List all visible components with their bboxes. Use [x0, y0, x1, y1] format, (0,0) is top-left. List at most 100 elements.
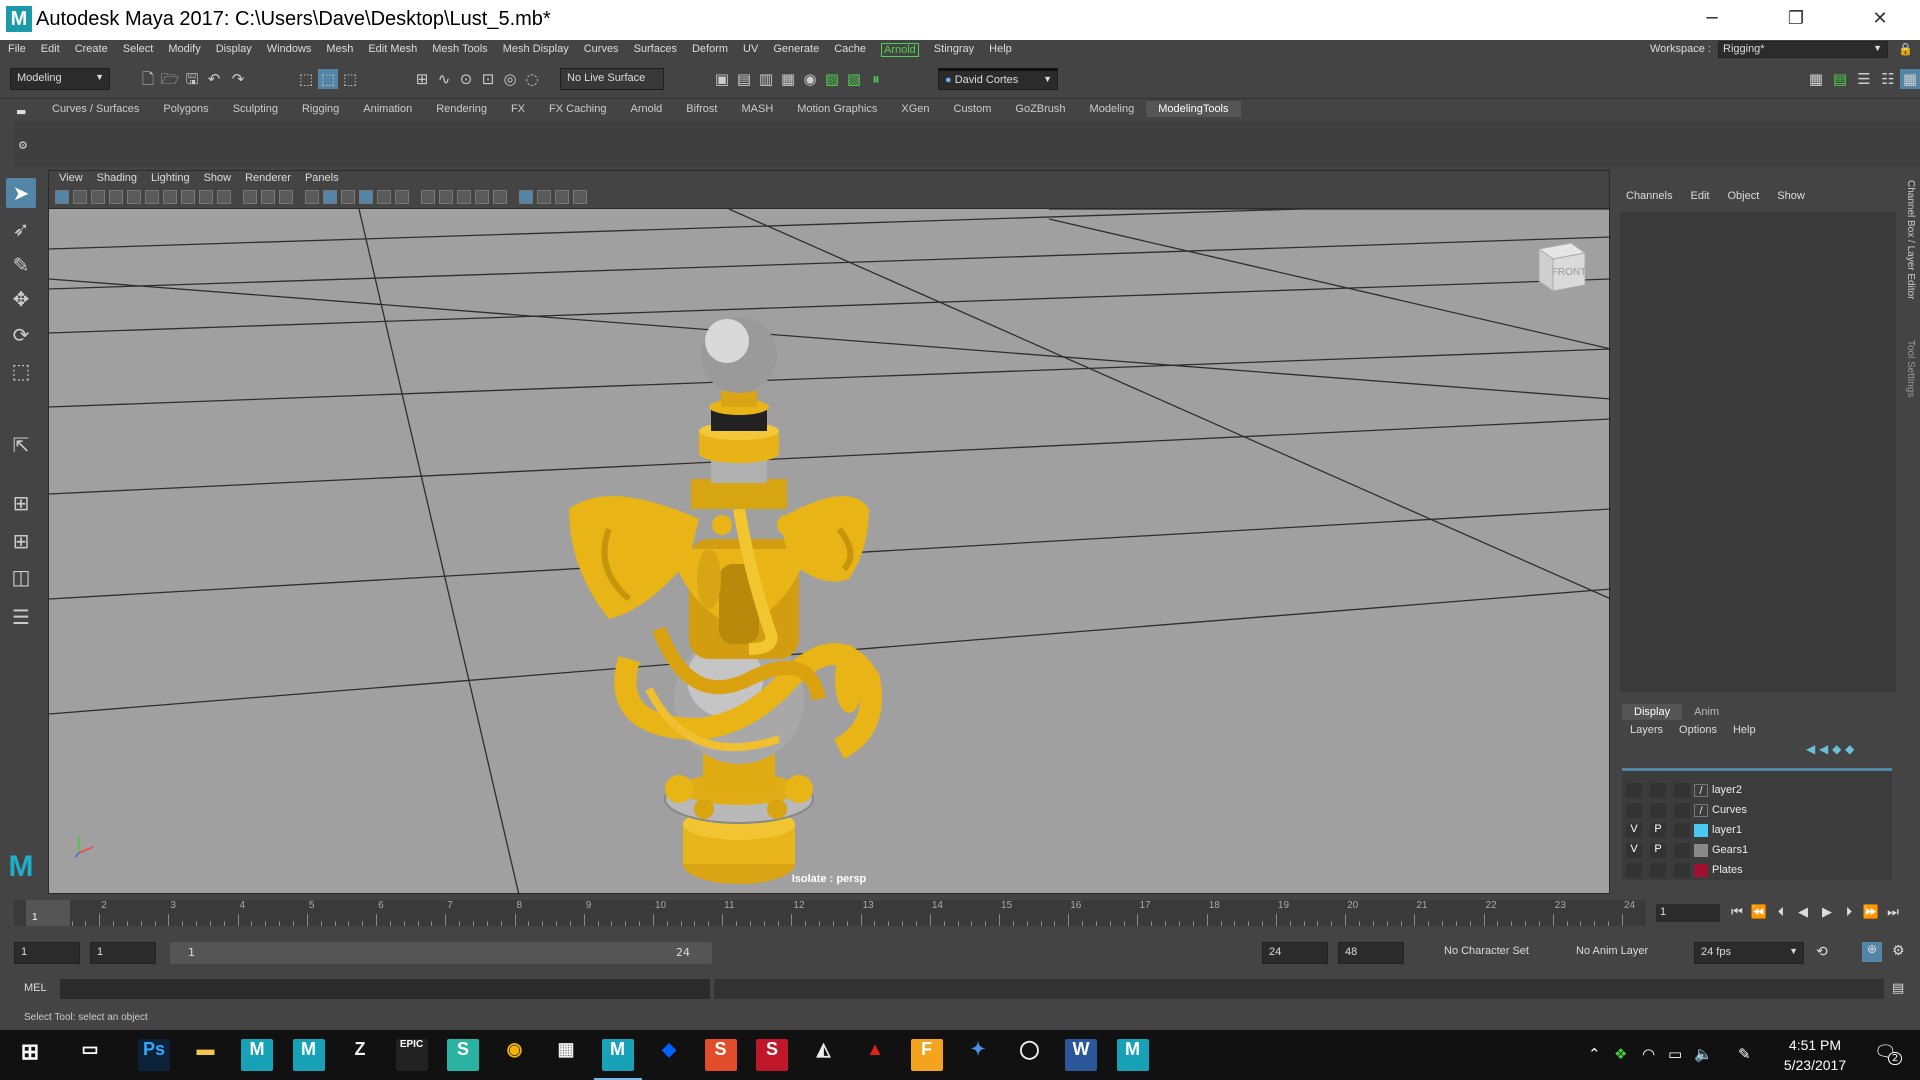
scale-tool-icon[interactable]: ⬚	[6, 356, 36, 386]
shelf-tab-arnold[interactable]: Arnold	[619, 101, 675, 117]
layer-playback-toggle[interactable]	[1650, 863, 1666, 878]
menu-mesh[interactable]: Mesh	[326, 43, 353, 57]
wireframe-on-shaded-icon[interactable]	[359, 190, 373, 204]
viewport-menu-panels[interactable]: Panels	[305, 172, 339, 184]
shadows-icon[interactable]	[421, 190, 435, 204]
shelf-tab-gozbrush[interactable]: GoZBrush	[1003, 101, 1077, 117]
user-dropdown[interactable]: ● David Cortes ▼	[938, 68, 1058, 90]
shelf-tab-animation[interactable]: Animation	[351, 101, 424, 117]
xray-joints-icon[interactable]	[555, 190, 569, 204]
last-tool-icon[interactable]: ⇱	[6, 430, 36, 460]
show-hidden-icons-icon[interactable]: ⌃	[1588, 1045, 1601, 1063]
menu-windows[interactable]: Windows	[267, 43, 312, 57]
play-backwards-icon[interactable]: ◀	[1794, 904, 1812, 922]
step-back-key-icon[interactable]: ⏪	[1750, 904, 1768, 922]
film-gate-icon[interactable]	[181, 190, 195, 204]
layer-tab-display[interactable]: Display	[1622, 704, 1683, 720]
snap-point-icon[interactable]: ⊙	[456, 69, 476, 89]
camera-attributes-icon[interactable]	[73, 190, 87, 204]
file-explorer-icon[interactable]: ▬	[189, 1039, 222, 1071]
layer-display-type-toggle[interactable]	[1674, 843, 1690, 858]
layer-editor-icons[interactable]: ◀ ◀ ◆ ◆	[1806, 742, 1854, 756]
shelf-tab-sculpting[interactable]: Sculpting	[221, 101, 290, 117]
isolate-select-icon[interactable]	[519, 190, 533, 204]
layer-visibility-toggle[interactable]	[1626, 783, 1642, 798]
tool-settings-side-tab[interactable]: Tool Settings	[1900, 340, 1916, 420]
layer-name[interactable]: layer1	[1712, 824, 1742, 836]
viewport-menu-shading[interactable]: Shading	[97, 172, 137, 184]
range-bar[interactable]: 1 24	[170, 942, 712, 964]
step-forward-key-icon[interactable]: ⏩	[1862, 904, 1880, 922]
move-tool-icon[interactable]: ✥	[6, 284, 36, 314]
single-pane-layout-icon[interactable]: ⊞	[6, 488, 36, 518]
snap-curve-icon[interactable]: ∿	[434, 69, 454, 89]
menu-create[interactable]: Create	[75, 43, 108, 57]
menu-file[interactable]: File	[8, 43, 26, 57]
shelf-tab-curves-surfaces[interactable]: Curves / Surfaces	[40, 101, 151, 117]
windows-start-icon[interactable]: ⊞	[14, 1039, 46, 1071]
layer-tab-anim[interactable]: Anim	[1682, 704, 1731, 720]
layer-visibility-toggle[interactable]: V	[1626, 823, 1642, 838]
layer-name[interactable]: Plates	[1712, 864, 1743, 876]
layer-row[interactable]: V Player1	[1622, 821, 1880, 840]
channel-box-menu-object[interactable]: Object	[1727, 190, 1759, 202]
ambient-occlusion-icon[interactable]	[439, 190, 453, 204]
shelf-tab-rigging[interactable]: Rigging	[290, 101, 351, 117]
layer-display-type-toggle[interactable]	[1674, 863, 1690, 878]
safe-title-icon[interactable]	[279, 190, 293, 204]
maya-icon-4[interactable]: M	[1116, 1039, 1149, 1071]
smooth-shade-icon[interactable]	[323, 190, 337, 204]
script-editor-icon[interactable]: ▤	[1892, 981, 1904, 996]
substance-designer-icon[interactable]: S	[704, 1039, 737, 1071]
motion-blur-icon[interactable]	[457, 190, 471, 204]
playback-end-field[interactable]: 24	[1262, 942, 1328, 964]
preferences-icon[interactable]: ⚙	[1892, 943, 1905, 959]
channel-box-menu-edit[interactable]: Edit	[1690, 190, 1709, 202]
layer-row[interactable]: / layer2	[1622, 781, 1880, 800]
minimize-button[interactable]: ─	[1690, 6, 1734, 32]
dropbox-icon[interactable]: ◆	[653, 1039, 685, 1071]
2d-pan-zoom-icon[interactable]	[127, 190, 141, 204]
snap-view-icon[interactable]: ⊡	[478, 69, 498, 89]
gate-mask-icon[interactable]	[217, 190, 231, 204]
new-scene-icon[interactable]: 🗋	[138, 69, 158, 89]
channel-box-menu-channels[interactable]: Channels	[1626, 190, 1672, 202]
substance-icon[interactable]: S	[447, 1039, 479, 1071]
four-pane-layout-icon[interactable]: ⊞	[6, 526, 36, 556]
layer-visibility-toggle[interactable]: V	[1626, 843, 1642, 858]
render-settings-icon[interactable]: ▦	[778, 69, 798, 89]
shelf-tab-modelingtools[interactable]: ModelingTools	[1146, 101, 1241, 117]
time-slider[interactable]: 1234567891011121314151617181920212223241…	[0, 898, 1920, 928]
camera-controls-icon[interactable]	[573, 190, 587, 204]
use-all-lights-icon[interactable]	[395, 190, 409, 204]
shelf-tab-fx[interactable]: FX	[499, 101, 537, 117]
xray-icon[interactable]	[537, 190, 551, 204]
layer-menu-layers[interactable]: Layers	[1630, 724, 1663, 736]
restore-button[interactable]: ❐	[1774, 6, 1818, 32]
hypershade-icon[interactable]: ◉	[800, 69, 820, 89]
arnold-ipr-icon[interactable]: ▧	[844, 69, 864, 89]
select-camera-icon[interactable]	[55, 190, 69, 204]
pen-icon[interactable]: ✎	[1738, 1045, 1751, 1063]
shelf-menu-icon[interactable]: ▬	[16, 105, 26, 118]
close-button[interactable]: ✕	[1858, 6, 1902, 32]
field-chart-icon[interactable]	[243, 190, 257, 204]
playback-start-field[interactable]: 1	[90, 942, 156, 964]
layer-color-swatch[interactable]	[1694, 864, 1708, 877]
safe-action-icon[interactable]	[261, 190, 275, 204]
calculator-icon[interactable]: ▦	[550, 1039, 582, 1071]
menu-stingray[interactable]: Stingray	[934, 43, 974, 57]
anti-aliasing-icon[interactable]	[475, 190, 489, 204]
menu-surfaces[interactable]: Surfaces	[634, 43, 677, 57]
loop-icon[interactable]: ⟲	[1816, 944, 1828, 960]
play-forwards-icon[interactable]: ▶	[1818, 904, 1836, 922]
menu-set-dropdown[interactable]: Modeling ▼	[10, 68, 110, 90]
layer-menu-options[interactable]: Options	[1679, 724, 1717, 736]
depth-of-field-icon[interactable]	[493, 190, 507, 204]
modeling-toolkit-icon[interactable]: ▦	[1806, 69, 1826, 89]
maya-icon-3[interactable]: M	[593, 1039, 642, 1080]
open-scene-icon[interactable]: 🗁	[160, 69, 180, 89]
command-language-label[interactable]: MEL	[24, 982, 47, 994]
photoshop-icon[interactable]: Ps	[138, 1039, 170, 1071]
nvidia-tray-icon[interactable]: ❖	[1614, 1045, 1627, 1063]
